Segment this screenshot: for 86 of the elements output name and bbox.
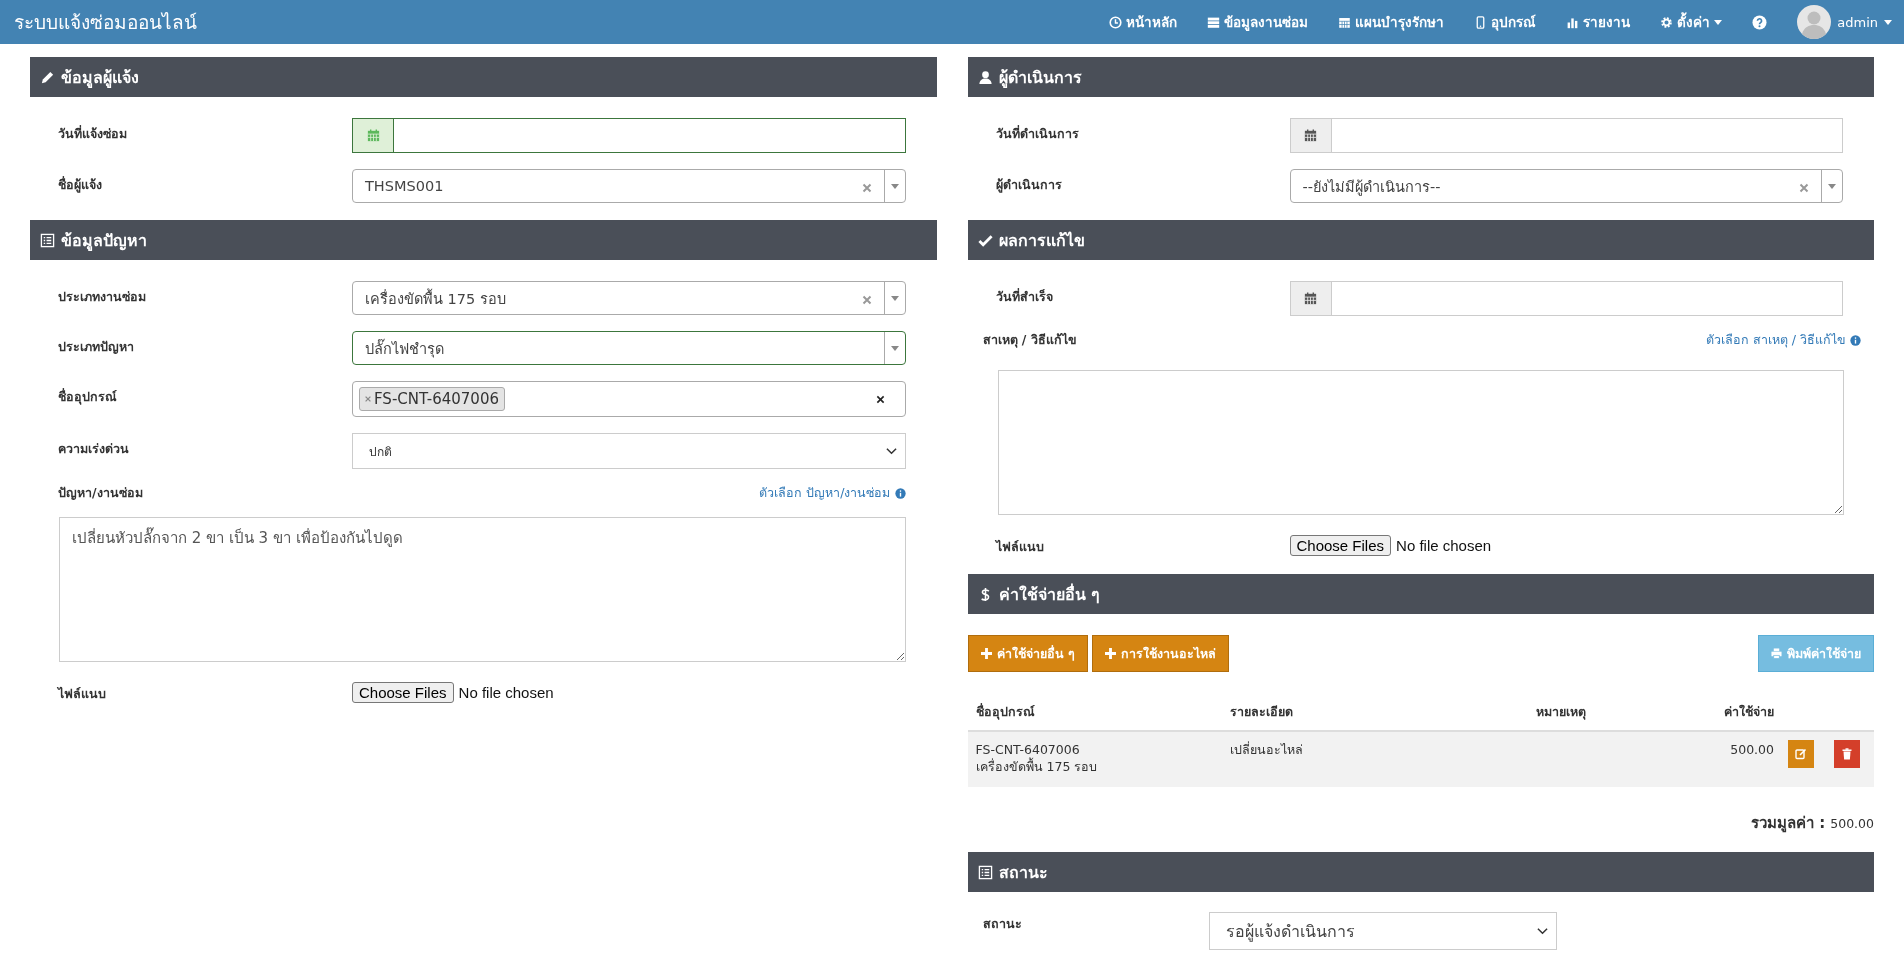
list-icon: [40, 232, 55, 248]
select-field[interactable]: THSMS001: [352, 169, 906, 203]
section-title: ค่าใช้จ่ายอื่น ๆ: [998, 582, 1101, 606]
list-icon: [977, 864, 993, 880]
gear-icon: [1660, 15, 1674, 29]
user-icon: [977, 69, 993, 85]
section-title: ผู้ดำเนินการ: [998, 66, 1082, 90]
app-title[interactable]: ระบบแจ้งซ่อมออนไลน์: [14, 7, 197, 37]
bar-chart-icon: [1566, 15, 1580, 29]
clear-icon[interactable]: [875, 394, 885, 404]
select-field[interactable]: ปกติ: [352, 433, 906, 469]
date-field[interactable]: [352, 118, 906, 153]
edit-icon: [1795, 748, 1807, 760]
nav-link[interactable]: อุปกรณ์: [1474, 11, 1537, 33]
calendar-icon: [365, 128, 381, 143]
options-link[interactable]: ตัวเลือก ปัญหา/งานซ่อม: [759, 483, 891, 503]
select-field[interactable]: เครื่องขัดพื้น 175 รอบ: [352, 281, 906, 315]
field-label: ไฟล์แนบ: [994, 538, 1045, 556]
chevron-icon: [1536, 927, 1548, 935]
nav-link[interactable]: รายงาน: [1566, 11, 1631, 33]
user-menu[interactable]: admin: [1797, 5, 1892, 39]
field-label: ประเภทงานซ่อม: [57, 288, 147, 306]
section-title: ผลการแก้ไข: [998, 229, 1085, 252]
field-label: วันที่ดำเนินการ: [994, 124, 1080, 143]
field-label: สาเหตุ / วิธีแก้ไข: [981, 331, 1078, 350]
nav-link[interactable]: แผนบำรุงรักษา: [1338, 11, 1445, 33]
caret-icon: [1714, 19, 1723, 25]
caret-icon: [890, 183, 899, 189]
caret-icon: [890, 295, 899, 301]
nav-link[interactable]: ตั้งค่า: [1660, 11, 1723, 33]
remove-icon[interactable]: [364, 395, 372, 403]
total-value: 500.00: [1830, 816, 1874, 831]
calendar-icon: [1338, 15, 1352, 29]
file-status: No file chosen: [458, 684, 554, 701]
pencil-icon: [40, 69, 55, 85]
field-label: วันที่สำเร็จ: [994, 287, 1054, 306]
calendar-icon: [1303, 291, 1318, 306]
field-label: ผู้ดำเนินการ: [994, 176, 1063, 195]
select-field[interactable]: ปลั๊กไฟชำรุด: [352, 331, 906, 365]
help-icon[interactable]: [1752, 14, 1768, 30]
field-label: ชื่อผู้แจ้ง: [57, 175, 103, 195]
device-name: FS-CNT-6407006: [975, 741, 1081, 757]
section-title: สถานะ: [998, 861, 1048, 884]
plus-icon: [1104, 648, 1116, 659]
add-button[interactable]: ค่าใช้จ่ายอื่น ๆ: [967, 635, 1088, 672]
nav-link[interactable]: หน้าหลัก: [1109, 11, 1178, 33]
info-icon[interactable]: [894, 487, 906, 499]
delete-button[interactable]: [1834, 740, 1860, 768]
caret-icon: [1884, 19, 1892, 25]
choose-files-button[interactable]: Choose Files: [352, 682, 454, 703]
section-title: ข้อมูลผู้แจ้ง: [61, 66, 139, 90]
device-type: เครื่องขัดพื้น 175 รอบ: [975, 758, 1099, 775]
field-label: วันที่แจ้งซ่อม: [57, 124, 128, 143]
options-link[interactable]: ตัวเลือก สาเหตุ / วิธีแก้ไข: [1705, 330, 1846, 350]
calendar-icon: [1303, 128, 1318, 143]
text-area[interactable]: เปลี่ยนหัวปลั๊กจาก 2 ขา เป็น 3 ขา เพื่อป้องกันไปดูด: [59, 517, 906, 662]
status-select[interactable]: รอผู้แจ้งดำเนินการ: [1208, 912, 1557, 950]
caret-icon: [890, 345, 899, 351]
table-cell: 500.00: [1730, 742, 1774, 757]
trash-icon: [1841, 748, 1853, 760]
tag-input[interactable]: FS-CNT-6407006: [352, 381, 906, 417]
chevron-icon: [885, 447, 897, 455]
plus-icon: [980, 648, 992, 659]
field-label: สถานะ: [981, 915, 1023, 933]
field-label: ชื่ออุปกรณ์: [57, 387, 118, 407]
choose-files-button[interactable]: Choose Files: [1289, 535, 1392, 556]
nav-link[interactable]: ข้อมูลงานซ่อม: [1207, 11, 1309, 33]
check-icon: [977, 232, 993, 248]
field-label: ไฟล์แนบ: [56, 685, 107, 703]
field-label: ความเร่งด่วน: [57, 440, 130, 458]
avatar-icon: [1797, 5, 1832, 39]
add-button[interactable]: การใช้งานอะไหล่: [1091, 635, 1229, 672]
select-field[interactable]: --ยังไม่มีผู้ดำเนินการ--: [1289, 169, 1843, 203]
file-status: No file chosen: [1396, 537, 1492, 554]
field-label: ปัญหา/งานซ่อม: [57, 484, 144, 502]
server-icon: [1207, 15, 1221, 29]
table-cell: เปลี่ยนอะไหล่: [1229, 742, 1303, 757]
printer-icon: [1771, 648, 1782, 659]
info-icon[interactable]: [1850, 334, 1861, 346]
field-label: ประเภทปัญหา: [57, 338, 135, 356]
clock-icon: [1109, 15, 1123, 29]
tag[interactable]: FS-CNT-6407006: [359, 387, 505, 411]
edit-button[interactable]: [1788, 740, 1814, 768]
caret-icon: [1828, 183, 1836, 189]
total-label: รวมมูลค่า :: [1751, 813, 1826, 835]
section-title: ข้อมูลปัญหา: [61, 229, 147, 253]
